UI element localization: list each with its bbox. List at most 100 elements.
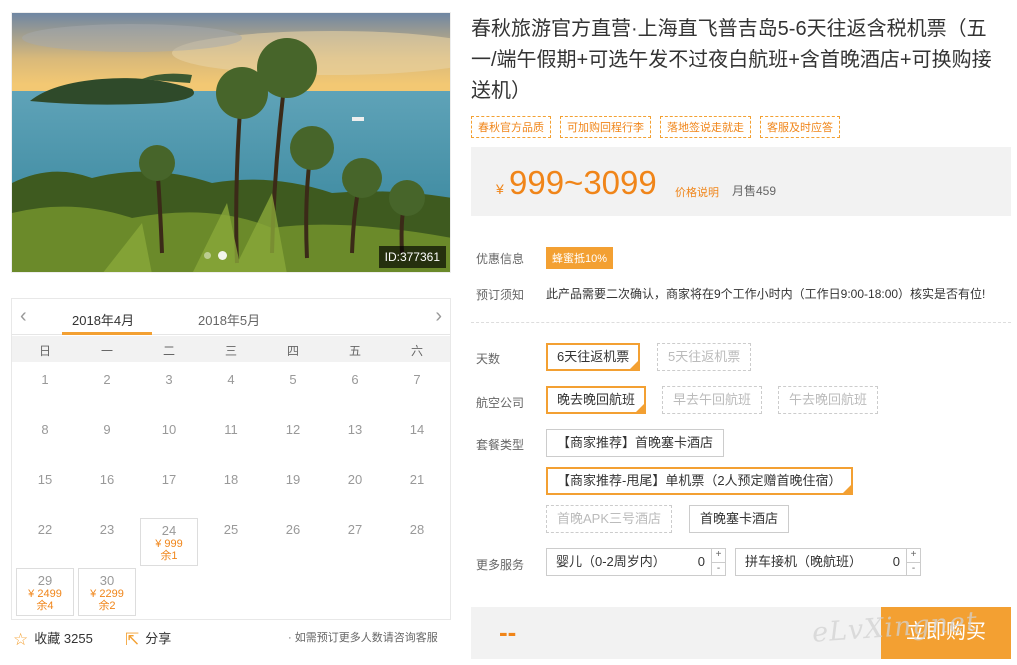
shuttle-stepper[interactable]: 拼车接机（晚航班） 0 + - (735, 548, 921, 576)
weekday-label: 六 (410, 344, 423, 358)
day-number: 18 (223, 472, 239, 487)
day-number: 3 (165, 372, 173, 387)
weekday-label: 二 (162, 344, 175, 358)
sunset-palms-photo (12, 13, 450, 272)
option-noon-flight[interactable]: 午去晚回航班 (778, 386, 879, 414)
infant-stepper[interactable]: 婴儿（0-2周岁内） 0 + - (546, 548, 726, 576)
day-number: 7 (413, 372, 421, 387)
favorite-button[interactable]: ☆ 收藏 3255 (13, 628, 93, 650)
calendar-day: 14 (388, 415, 446, 463)
feature-tag: 可加购回程行李 (560, 116, 651, 138)
day-number: 26 (285, 522, 301, 537)
chevron-left-icon[interactable]: ‹ (20, 305, 27, 327)
minus-icon[interactable]: - (907, 562, 920, 575)
favorite-label: 收藏 (34, 631, 61, 646)
day-number: 28 (409, 522, 425, 537)
day-number: 9 (103, 422, 111, 437)
price-range: 999~3099 (509, 164, 657, 201)
calendar-day-available[interactable]: 29 ¥ 2499 余4 (16, 568, 74, 616)
day-number: 20 (347, 472, 363, 487)
minus-icon[interactable]: - (712, 562, 725, 575)
share-icon: ⇱ (125, 630, 140, 649)
day-number: 21 (409, 472, 425, 487)
calendar-day: 13 (326, 415, 384, 463)
service-name: 拼车接机（晚航班） (745, 554, 863, 569)
calendar-day: 21 (388, 465, 446, 513)
calendar-day: 18 (202, 465, 260, 513)
tab-month-april[interactable]: 2018年4月 (72, 310, 134, 329)
calendar-day: 23 (78, 515, 136, 563)
calendar-day: 16 (78, 465, 136, 513)
day-remaining: 余1 (160, 550, 178, 562)
weekday-header: 日 一 二 三 四 五 六 (12, 336, 450, 362)
stepper-buttons: + - (711, 549, 725, 575)
plus-icon[interactable]: + (907, 549, 920, 562)
carousel-dot[interactable] (204, 252, 211, 259)
booking-notice: 此产品需要二次确认，商家将在9个工作小时内（工作日9:00-18:00）核实是否… (546, 287, 986, 301)
option-package-seka-hotel[interactable]: 首晚塞卡酒店 (689, 505, 790, 533)
calendar-day: 7 (388, 365, 446, 413)
monthly-sales: 月售459 (732, 184, 777, 198)
calendar-day: 25 (202, 515, 260, 563)
active-month-underline (62, 332, 152, 335)
option-late-flight[interactable]: 晚去晚回航班 (546, 386, 647, 414)
day-number: 24 (161, 523, 177, 538)
day-number: 30 (99, 573, 115, 588)
weekday-label: 三 (224, 344, 237, 358)
date-calendar: ‹ 2018年4月 2018年5月 › 日 一 二 三 四 五 六 123456… (11, 298, 451, 620)
weekday-label: 四 (286, 344, 299, 358)
feature-tag: 客服及时应答 (760, 116, 840, 138)
calendar-day: 9 (78, 415, 136, 463)
calendar-day: 3 (140, 365, 198, 413)
plus-icon[interactable]: + (712, 549, 725, 562)
day-number: 23 (99, 522, 115, 537)
option-package-apk-hotel[interactable]: 首晚APK三号酒店 (546, 505, 673, 533)
day-number: 4 (227, 372, 235, 387)
tab-month-may[interactable]: 2018年5月 (198, 310, 260, 329)
service-qty[interactable]: 0 (893, 549, 900, 575)
option-early-flight[interactable]: 早去午回航班 (662, 386, 763, 414)
day-number: 27 (347, 522, 363, 537)
price-explain-link[interactable]: 价格说明 (675, 184, 719, 200)
day-number: 25 (223, 522, 239, 537)
calendar-day: 22 (16, 515, 74, 563)
day-number: 22 (37, 522, 53, 537)
calendar-day: 8 (16, 415, 74, 463)
notice-label: 预订须知 (476, 288, 525, 302)
calendar-day: 5 (264, 365, 322, 413)
option-package-ticket-only[interactable]: 【商家推荐-甩尾】单机票（2人预定赠首晚住宿） (546, 467, 853, 495)
calendar-day-available[interactable]: 24 ¥ 999 余1 (140, 518, 198, 566)
day-price: ¥ 2499 (28, 588, 62, 600)
star-icon: ☆ (13, 630, 29, 649)
service-qty[interactable]: 0 (698, 549, 705, 575)
airline-label: 航空公司 (476, 396, 525, 410)
currency-symbol: ¥ (496, 181, 504, 197)
share-button[interactable]: ⇱ 分享 (125, 628, 171, 650)
day-number: 1 (41, 372, 49, 387)
chevron-right-icon[interactable]: › (435, 305, 442, 327)
day-number: 11 (224, 422, 238, 437)
total-price: -- (499, 617, 517, 647)
calendar-day: 17 (140, 465, 198, 513)
day-remaining: 余2 (98, 600, 116, 612)
day-number: 14 (409, 422, 425, 437)
day-price: ¥ 2299 (90, 588, 124, 600)
stepper-buttons: + - (906, 549, 920, 575)
day-number: 5 (289, 372, 297, 387)
calendar-day-available[interactable]: 30 ¥ 2299 余2 (78, 568, 136, 616)
day-number: 19 (285, 472, 301, 487)
weekday-label: 日 (38, 344, 51, 358)
calendar-day: 19 (264, 465, 322, 513)
day-number: 17 (161, 472, 177, 487)
option-6-day[interactable]: 6天往返机票 (546, 343, 641, 371)
option-package-hotel[interactable]: 【商家推荐】首晚塞卡酒店 (546, 429, 725, 457)
option-5-day[interactable]: 5天往返机票 (657, 343, 752, 371)
day-number: 13 (347, 422, 363, 437)
calendar-day: 15 (16, 465, 74, 513)
weekday-label: 五 (348, 344, 361, 358)
calendar-day: 20 (326, 465, 384, 513)
calendar-day: 10 (140, 415, 198, 463)
product-image[interactable]: ID:377361 (11, 12, 451, 273)
carousel-dot-active[interactable] (218, 251, 227, 260)
calendar-day: 11 (202, 415, 260, 463)
